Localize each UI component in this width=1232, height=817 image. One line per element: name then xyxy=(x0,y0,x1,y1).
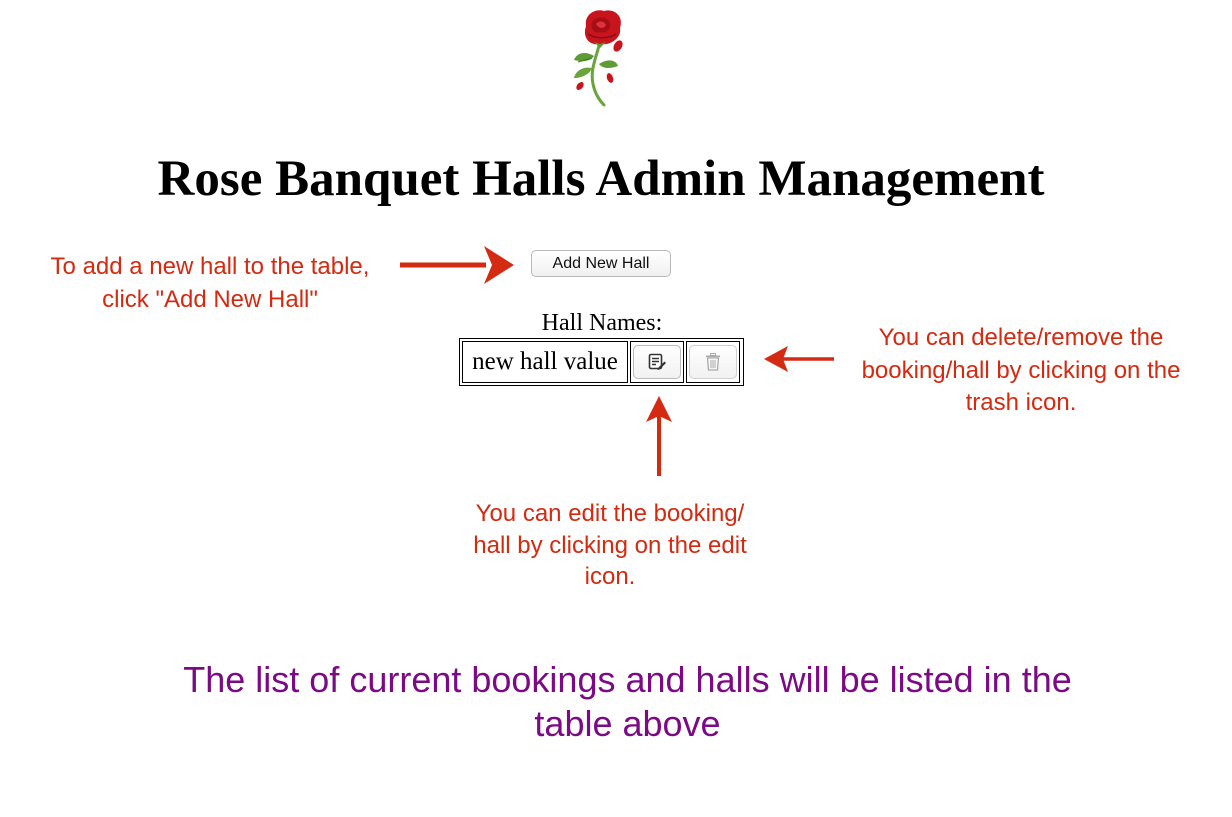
bookings-list-note: The list of current bookings and halls w… xyxy=(183,659,1072,744)
add-hall-instruction: To add a new hall to the table, click "A… xyxy=(50,253,370,313)
arrow-up-icon xyxy=(646,396,672,476)
edit-icon xyxy=(648,353,666,370)
delete-cell xyxy=(686,341,740,383)
edit-button[interactable] xyxy=(633,345,681,379)
hall-table: new hall value xyxy=(459,338,744,386)
rose-logo-icon xyxy=(574,10,623,107)
delete-instruction: You can delete/remove the booking/hall b… xyxy=(861,324,1181,416)
delete-button[interactable] xyxy=(689,345,737,379)
hall-name-cell: new hall value xyxy=(462,341,628,383)
trash-icon xyxy=(706,353,720,371)
edit-instruction: You can edit the booking/ hall by clicki… xyxy=(473,500,747,590)
arrow-right-icon xyxy=(400,246,514,284)
page-title: Rose Banquet Halls Admin Management xyxy=(157,151,1045,207)
add-new-hall-button[interactable]: Add New Hall xyxy=(531,250,671,277)
hall-table-caption: Hall Names: xyxy=(541,310,663,336)
arrow-left-icon xyxy=(764,346,834,372)
edit-cell xyxy=(630,341,684,383)
